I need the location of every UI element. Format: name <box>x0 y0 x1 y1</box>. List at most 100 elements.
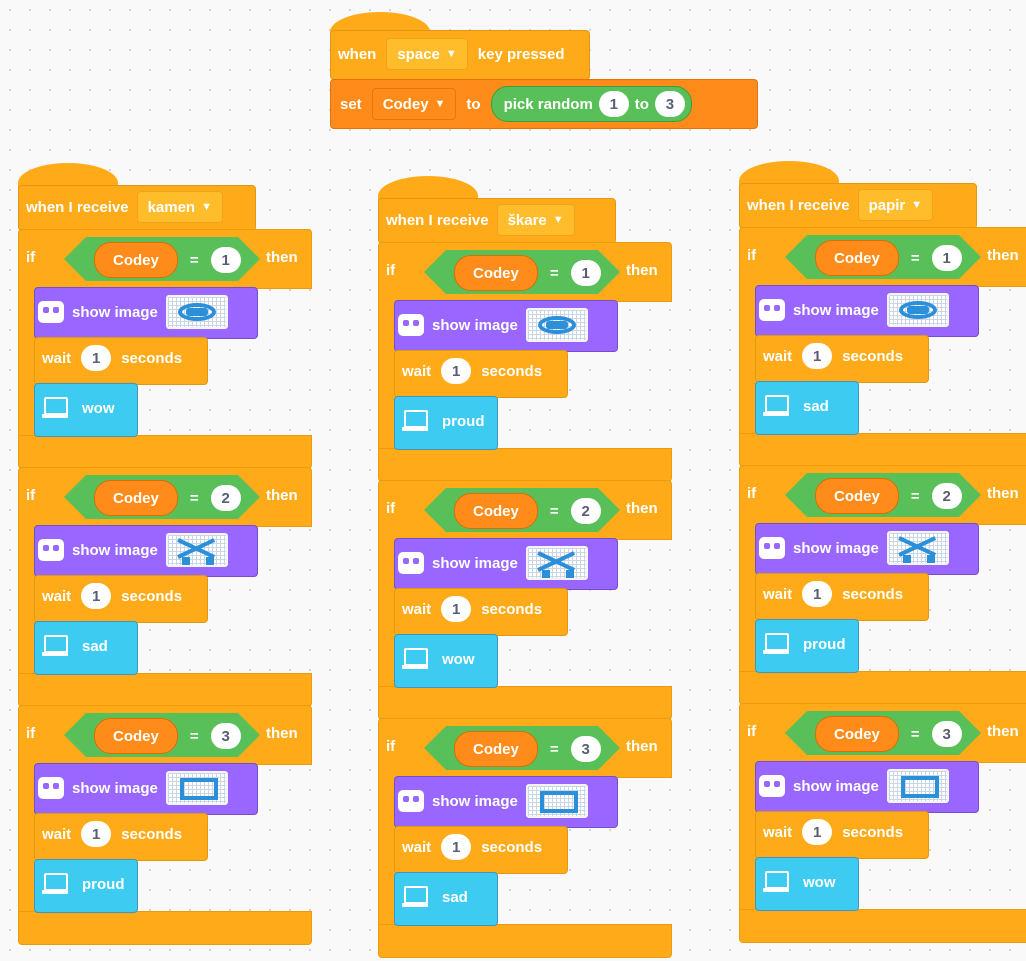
wait-label: wait <box>402 838 432 856</box>
condition-row: Codey = 2 <box>454 493 601 529</box>
variable-name: Codey <box>834 725 880 743</box>
seconds-label: seconds <box>842 585 904 603</box>
message-value: papir <box>868 196 906 214</box>
emotion-name: proud <box>442 412 485 430</box>
seconds-label: seconds <box>481 362 543 380</box>
key-dropdown[interactable]: space ▼ <box>386 38 468 70</box>
compare-value-input[interactable]: 1 <box>210 247 241 273</box>
show-image-row: show image <box>398 546 588 580</box>
emotion-row: proud <box>402 408 485 434</box>
led-image-thumbnail[interactable] <box>886 293 949 327</box>
equals-sign: = <box>549 264 559 282</box>
if-arm <box>739 285 756 433</box>
variable-reporter[interactable]: Codey <box>454 731 538 767</box>
variable-reporter[interactable]: Codey <box>815 478 899 514</box>
if-label: if <box>386 738 396 755</box>
wait-row: wait 1 seconds <box>763 819 903 845</box>
message-dropdown[interactable]: kamen ▼ <box>136 191 223 223</box>
emotion-name: proud <box>82 875 125 893</box>
show-image-row: show image <box>398 784 588 818</box>
if-arm <box>18 763 35 911</box>
variable-reporter[interactable]: Codey <box>94 480 178 516</box>
emotion-icon <box>402 646 428 672</box>
if-arm <box>378 538 395 686</box>
wait-seconds-input[interactable]: 1 <box>81 345 112 371</box>
message-value: škare <box>507 211 547 229</box>
show-image-label: show image <box>793 539 879 557</box>
scissors-handle <box>902 555 911 563</box>
message-dropdown[interactable]: papir ▼ <box>857 189 934 221</box>
led-image-thumbnail[interactable] <box>525 784 588 818</box>
random-from-input[interactable]: 1 <box>598 91 629 117</box>
show-image-label: show image <box>432 792 518 810</box>
when-i-receive-label: when I receive <box>386 211 489 229</box>
if-end <box>378 686 672 720</box>
seconds-label: seconds <box>121 825 183 843</box>
emotion-row: wow <box>402 646 475 672</box>
if-end <box>739 909 1026 943</box>
led-image-thumbnail[interactable] <box>525 308 588 342</box>
rock-shape-inner <box>545 321 568 329</box>
wait-label: wait <box>402 600 432 618</box>
variable-reporter[interactable]: Codey <box>454 493 538 529</box>
led-image-thumbnail[interactable] <box>886 769 949 803</box>
wait-seconds-input[interactable]: 1 <box>802 819 833 845</box>
compare-value-input[interactable]: 2 <box>570 498 601 524</box>
wait-seconds-input[interactable]: 1 <box>441 596 472 622</box>
emotion-icon <box>42 871 68 897</box>
condition-row: Codey = 1 <box>454 255 601 291</box>
variable-dropdown[interactable]: Codey ▼ <box>371 88 457 120</box>
random-to-label: to <box>634 95 649 113</box>
emotion-row: wow <box>763 869 836 895</box>
compare-value-input[interactable]: 2 <box>931 483 962 509</box>
if-label: if <box>386 262 396 279</box>
variable-reporter[interactable]: Codey <box>815 716 899 752</box>
wait-label: wait <box>402 362 432 380</box>
if-arm <box>18 525 35 673</box>
variable-reporter[interactable]: Codey <box>94 718 178 754</box>
show-image-label: show image <box>432 554 518 572</box>
message-dropdown[interactable]: škare ▼ <box>496 204 575 236</box>
random-to-input[interactable]: 3 <box>654 91 685 117</box>
wait-seconds-input[interactable]: 1 <box>802 581 833 607</box>
if-end <box>18 435 312 469</box>
wait-label: wait <box>763 823 793 841</box>
if-end <box>18 911 312 945</box>
emotion-icon <box>763 869 789 895</box>
variable-reporter[interactable]: Codey <box>815 240 899 276</box>
seconds-label: seconds <box>481 838 543 856</box>
led-image-thumbnail[interactable] <box>525 546 588 580</box>
chevron-down-icon: ▼ <box>445 48 457 60</box>
led-image-thumbnail[interactable] <box>886 531 949 565</box>
wait-seconds-input[interactable]: 1 <box>802 343 833 369</box>
led-image-thumbnail[interactable] <box>165 771 228 805</box>
emotion-name: sad <box>803 397 829 415</box>
when-i-receive-label: when I receive <box>26 198 129 216</box>
variable-name: Codey <box>473 502 519 520</box>
if-label: if <box>386 500 396 517</box>
wait-seconds-input[interactable]: 1 <box>81 583 112 609</box>
wait-seconds-input[interactable]: 1 <box>441 358 472 384</box>
compare-value-input[interactable]: 1 <box>570 260 601 286</box>
if-arm <box>739 761 756 909</box>
if-label: if <box>26 725 36 742</box>
compare-value-input[interactable]: 3 <box>570 736 601 762</box>
compare-value-input[interactable]: 3 <box>931 721 962 747</box>
compare-value-input[interactable]: 3 <box>210 723 241 749</box>
pick-random-block[interactable]: pick random 1 to 3 <box>490 86 692 122</box>
equals-sign: = <box>549 502 559 520</box>
emotion-icon <box>42 395 68 421</box>
variable-reporter[interactable]: Codey <box>454 255 538 291</box>
led-image-thumbnail[interactable] <box>165 533 228 567</box>
compare-value-input[interactable]: 2 <box>210 485 241 511</box>
condition-row: Codey = 2 <box>815 478 962 514</box>
variable-reporter[interactable]: Codey <box>94 242 178 278</box>
then-label: then <box>987 485 1019 502</box>
pick-random-label: pick random <box>503 95 593 113</box>
seconds-label: seconds <box>481 600 543 618</box>
led-image-thumbnail[interactable] <box>165 295 228 329</box>
wait-seconds-input[interactable]: 1 <box>441 834 472 860</box>
scissors-handle <box>926 555 935 563</box>
wait-seconds-input[interactable]: 1 <box>81 821 112 847</box>
compare-value-input[interactable]: 1 <box>931 245 962 271</box>
